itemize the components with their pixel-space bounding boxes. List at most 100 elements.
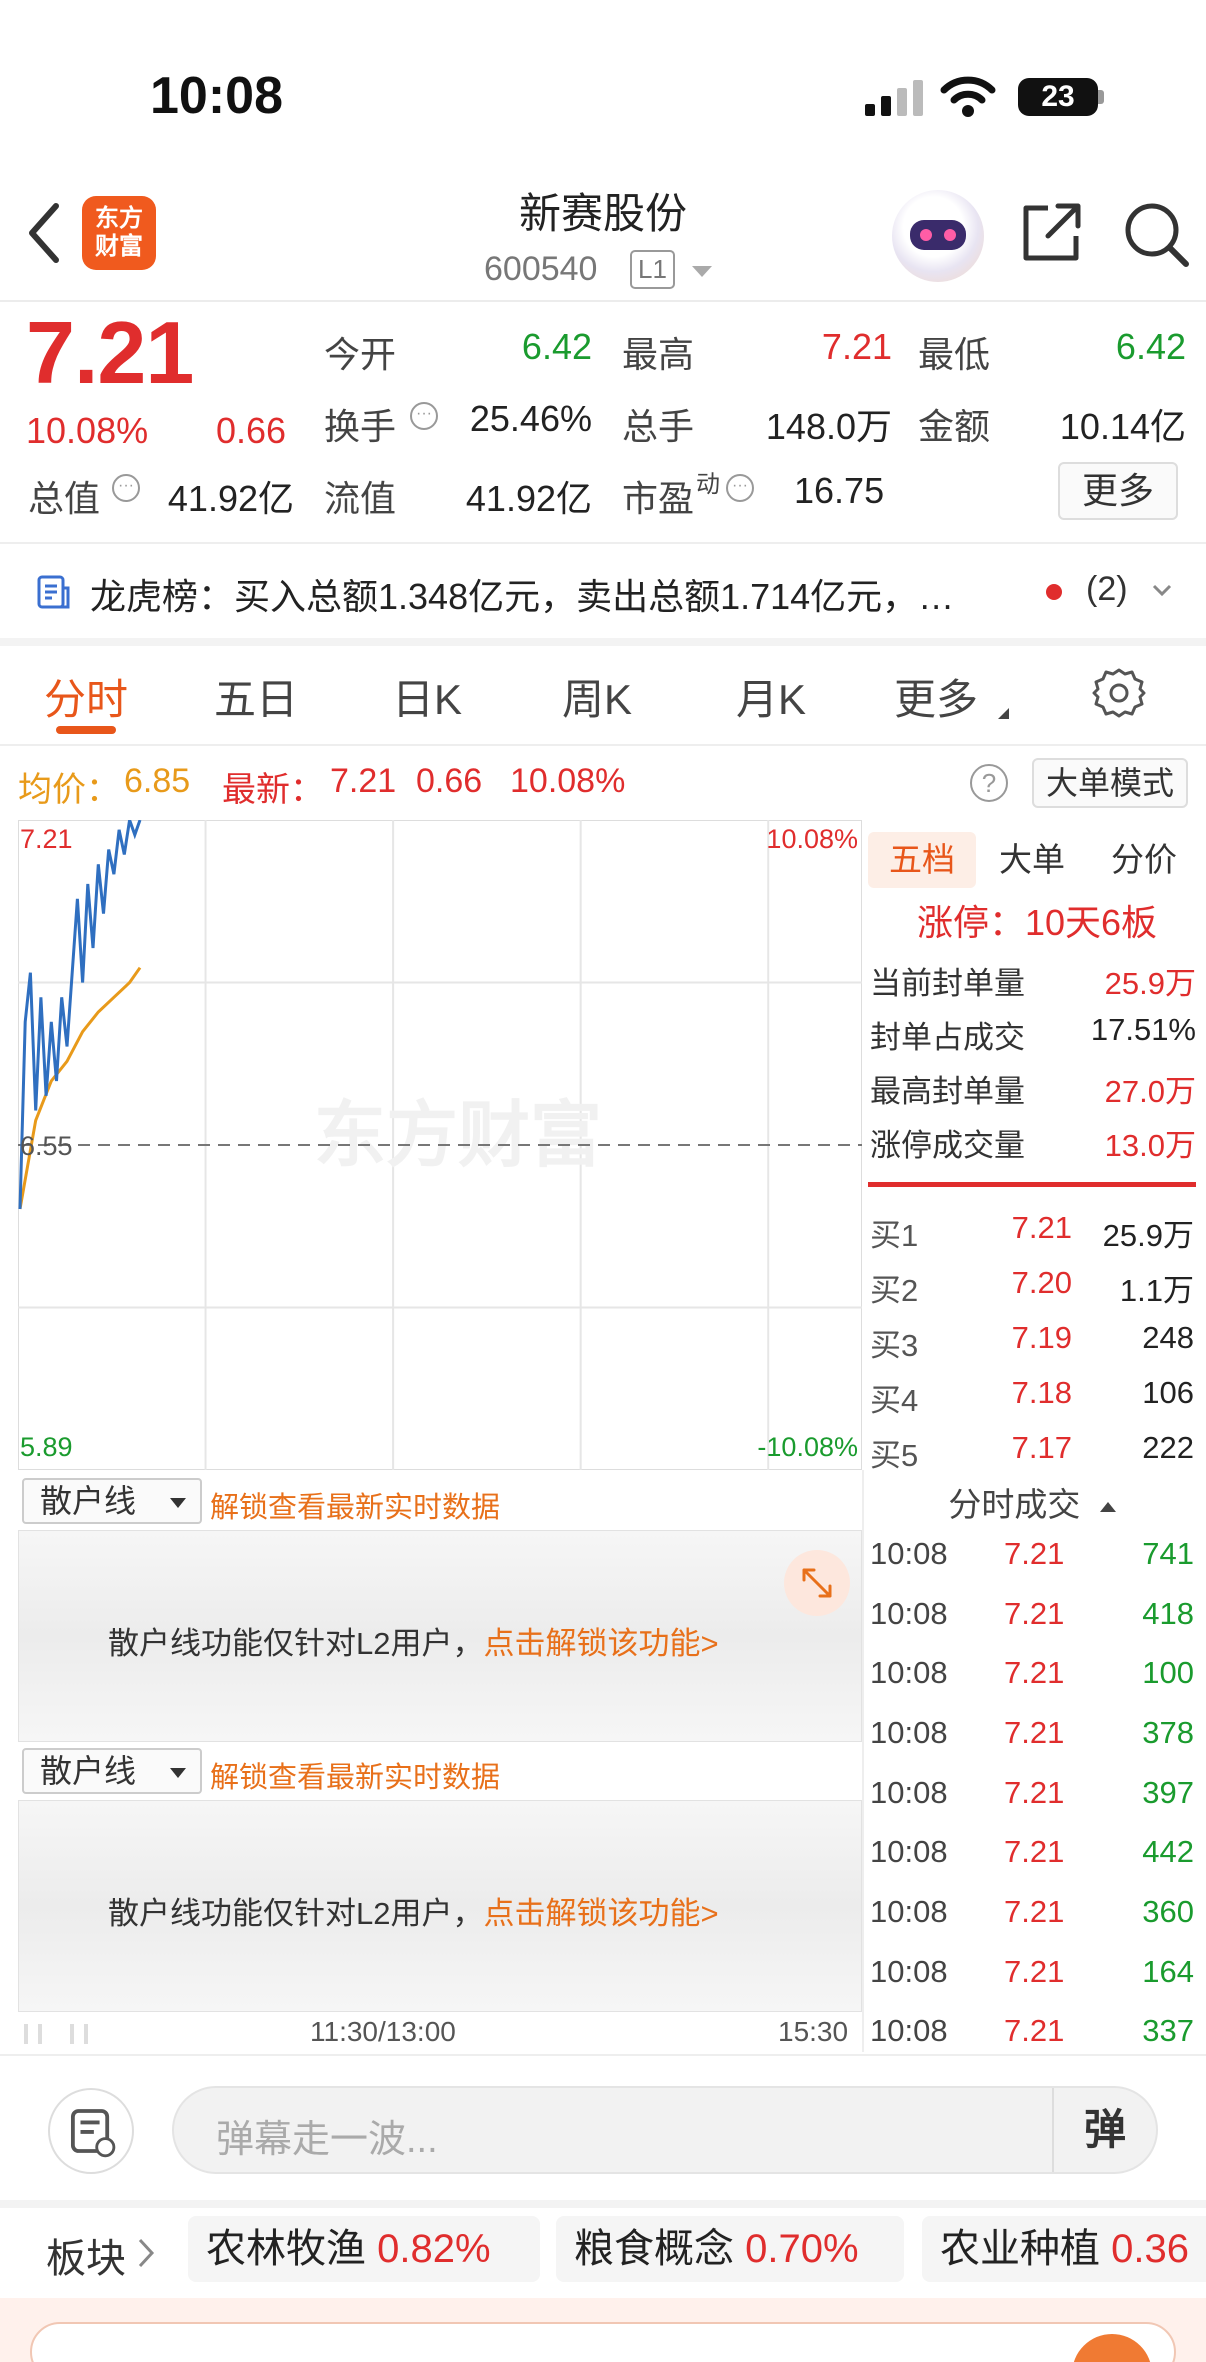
turnover-info-icon[interactable]: ··· <box>410 402 438 430</box>
axis-divider <box>0 2054 1206 2056</box>
trade-1-time: 10:08 <box>870 1536 948 1571</box>
trade-7-time: 10:08 <box>870 1894 948 1929</box>
dragon-tiger-count: (2) <box>1086 570 1128 608</box>
float-value: 41.92亿 <box>465 478 592 519</box>
level-badge[interactable]: L1 <box>630 250 675 289</box>
chevron-down-icon[interactable] <box>1152 580 1172 600</box>
trade-8-volume: 164 <box>1142 1954 1194 1989</box>
bid-4-volume: 106 <box>1142 1375 1194 1410</box>
tab-intraday[interactable]: 分时 <box>44 666 128 727</box>
trade-7-volume: 360 <box>1142 1894 1194 1929</box>
trade-2-volume: 418 <box>1142 1596 1194 1631</box>
sector-chip-1[interactable]: 农林牧渔 0.82% <box>188 2216 540 2282</box>
help-icon[interactable]: ? <box>970 764 1008 802</box>
x-tick-midday: 11:30/13:00 <box>310 2016 456 2047</box>
bid-5-price: 7.17 <box>1011 1430 1072 1465</box>
latest-label: 最新： <box>222 771 324 809</box>
chart-top-price: 7.21 <box>20 824 73 854</box>
bid-3-label: 买3 <box>870 1328 919 1363</box>
tab-weekly-k[interactable]: 周K <box>562 666 632 727</box>
volume-value: 148.0万 <box>765 406 892 447</box>
retail-line-select-1[interactable]: 散户线 <box>22 1478 202 1524</box>
trade-2-time: 10:08 <box>870 1596 948 1631</box>
limit-divider <box>868 1182 1196 1187</box>
battery-level: 23 <box>1041 80 1075 113</box>
document-icon <box>37 575 70 609</box>
dragon-tiger-summary[interactable]: 龙虎榜：买入总额1.348亿元，卖出总额1.714亿元，… <box>90 568 954 620</box>
status-time: 10:08 <box>150 67 283 125</box>
sector-label[interactable]: 板块 <box>46 2226 126 2284</box>
section-band <box>0 638 1206 646</box>
tab-five-day[interactable]: 五日 <box>214 666 298 727</box>
unlock-realtime-link-1[interactable]: 解锁查看最新实时数据 <box>210 1484 500 1526</box>
pe-superscript: 动 <box>696 471 720 498</box>
expand-icon[interactable] <box>784 1550 850 1616</box>
tab-big-orders[interactable]: 大单 <box>980 832 1084 888</box>
chart-bottom-price: 5.89 <box>20 1432 73 1462</box>
sector-chip-3[interactable]: 农业种植 0.36 <box>922 2216 1206 2282</box>
sector-3-pct: 0.36 <box>1111 2227 1189 2271</box>
big-order-mode-button[interactable]: 大单模式 <box>1032 758 1188 808</box>
bid-5-label: 买5 <box>870 1438 919 1473</box>
trade-3-time: 10:08 <box>870 1655 948 1690</box>
retail-line-select-2[interactable]: 散户线 <box>22 1748 202 1794</box>
limit-volume-label: 涨停成交量 <box>870 1128 1025 1163</box>
settings-gear-icon[interactable] <box>1092 666 1146 720</box>
trade-9-volume: 337 <box>1142 2013 1194 2048</box>
open-value: 6.42 <box>521 326 592 367</box>
avg-value: 6.85 <box>124 762 191 800</box>
ai-robot-avatar[interactable] <box>892 190 984 282</box>
mktcap-info-icon[interactable]: ··· <box>112 474 140 502</box>
volume-label: 总手 <box>622 406 695 447</box>
tab-daily-k[interactable]: 日K <box>392 666 462 727</box>
chart-mid-price: 6.55 <box>20 1131 73 1161</box>
cellular-signal-icon <box>865 80 923 116</box>
turnover-value: 25.46% <box>469 398 592 439</box>
bottom-promo-pill[interactable] <box>30 2322 1176 2362</box>
search-icon[interactable] <box>1122 200 1190 268</box>
share-icon[interactable] <box>1018 200 1084 266</box>
wifi-icon <box>940 76 996 117</box>
sector-1-name: 农林牧渔 <box>206 2227 366 2271</box>
float-label: 流值 <box>324 478 397 519</box>
high-value: 7.21 <box>821 326 892 367</box>
tab-monthly-k[interactable]: 月K <box>736 666 806 727</box>
unlock-feature-link-1[interactable]: 点击解锁该功能> <box>483 1626 718 1661</box>
bid-1-label: 买1 <box>870 1218 919 1253</box>
more-button[interactable]: 更多 <box>1058 462 1178 520</box>
unlock-realtime-link-2[interactable]: 解锁查看最新实时数据 <box>210 1754 500 1796</box>
bid-2-volume: 1.1万 <box>1119 1273 1194 1308</box>
danmaku-placeholder: 弹幕走一波... <box>216 2119 438 2161</box>
notes-settings-icon[interactable] <box>48 2088 134 2174</box>
trade-6-time: 10:08 <box>870 1834 948 1869</box>
seal-ratio-value: 17.51% <box>1090 1012 1196 1047</box>
bid-4-price: 7.18 <box>1011 1375 1072 1410</box>
unread-dot <box>1046 584 1062 600</box>
change-amount: 0.66 <box>216 410 287 451</box>
seal-ratio-label: 封单占成交 <box>870 1020 1025 1055</box>
pe-value: 16.75 <box>794 470 885 511</box>
sector-chip-2[interactable]: 粮食概念 0.70% <box>556 2216 904 2282</box>
latest-change: 0.66 <box>416 762 483 800</box>
pe-label: 市盈 <box>622 478 695 519</box>
unlock-feature-link-2[interactable]: 点击解锁该功能> <box>483 1896 718 1931</box>
time-sales-title[interactable]: 分时成交 <box>868 1478 1196 1526</box>
trade-3-price: 7.21 <box>1004 1655 1065 1690</box>
tab-more[interactable]: 更多 <box>894 666 978 727</box>
pe-info-icon[interactable]: ··· <box>726 474 754 502</box>
scroll-handle-icon[interactable] <box>24 2024 94 2044</box>
level-dropdown-icon[interactable] <box>692 266 712 277</box>
trade-5-time: 10:08 <box>870 1775 948 1810</box>
chart-top-percent: 10.08% <box>766 824 858 854</box>
chevron-right-icon[interactable] <box>136 2236 158 2270</box>
bid-3-volume: 248 <box>1142 1320 1194 1355</box>
tab-five-levels[interactable]: 五档 <box>868 832 976 888</box>
intraday-chart[interactable]: 东方财富 7.21 6.55 5.89 10.08% -10.08% <box>18 820 862 1470</box>
tab-price-distribution[interactable]: 分价 <box>1090 832 1198 888</box>
danmaku-toggle-button[interactable]: 弹 <box>1052 2088 1156 2172</box>
trade-6-volume: 442 <box>1142 1834 1194 1869</box>
time-sales-label: 分时成交 <box>948 1486 1081 1523</box>
seal-volume-value: 25.9万 <box>1104 966 1196 1001</box>
l2-message-text: 散户线功能仅针对L2用户， <box>108 1896 484 1931</box>
sector-2-pct: 0.70% <box>745 2227 859 2271</box>
